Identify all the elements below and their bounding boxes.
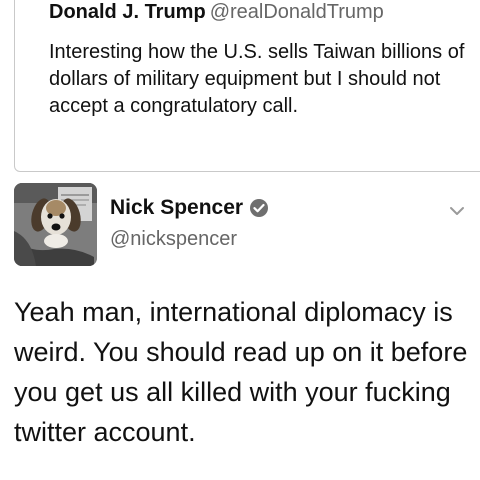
avatar[interactable]	[14, 183, 97, 266]
quoted-author-handle[interactable]: @realDonaldTrump	[210, 1, 384, 23]
tweet-text: Yeah man, international diplomacy is wei…	[14, 297, 468, 447]
quoted-author-name[interactable]: Donald J. Trump	[49, 1, 206, 23]
quoted-tweet-card[interactable]: Donald J. Trump @realDonaldTrump Interest…	[14, 0, 480, 172]
chevron-down-icon[interactable]	[448, 204, 466, 218]
beagle-avatar-icon	[14, 183, 97, 266]
tweet-author-name-row: Nick Spencer	[110, 196, 269, 220]
tweet-author-handle[interactable]: @nickspencer	[110, 228, 237, 251]
quoted-tweet-header: Donald J. Trump @realDonaldTrump	[49, 1, 384, 24]
tweet-screenshot: Donald J. Trump @realDonaldTrump Interest…	[0, 0, 480, 480]
tweet-author-name[interactable]: Nick Spencer	[110, 196, 243, 220]
quoted-tweet-text: Interesting how the U.S. sells Taiwan bi…	[49, 41, 465, 117]
verified-badge-icon	[249, 198, 269, 218]
